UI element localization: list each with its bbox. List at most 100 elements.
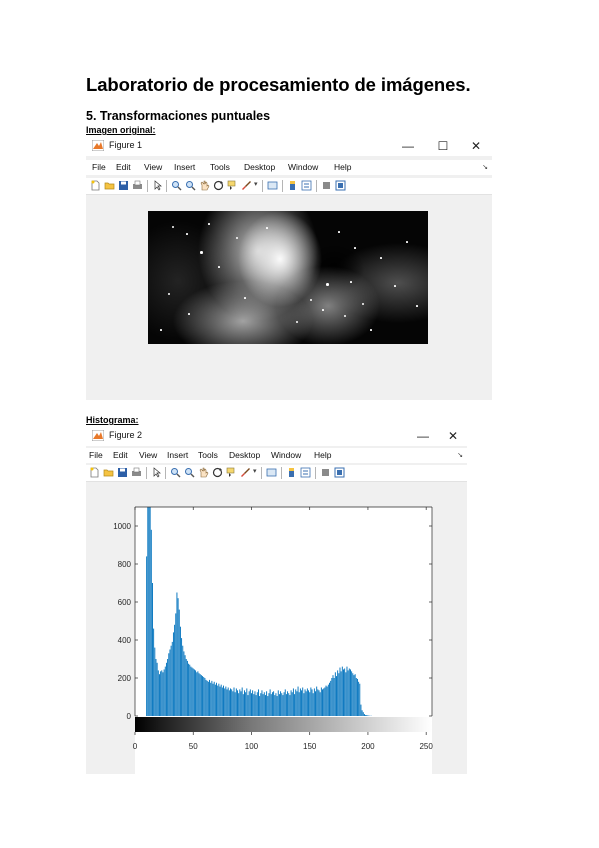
pan-icon[interactable] (198, 467, 209, 478)
colorbar-icon[interactable] (286, 467, 297, 478)
y-tick-label: 800 (118, 560, 132, 569)
legend-icon[interactable] (300, 467, 311, 478)
y-tick-label: 1000 (113, 522, 131, 531)
star (266, 227, 268, 229)
histogram-bar (308, 690, 310, 716)
rotate-3d-icon[interactable] (213, 180, 224, 191)
menu-edit[interactable]: Edit (116, 162, 131, 172)
dock-arrow-icon[interactable]: ↘ (482, 163, 488, 171)
histogram-bar (214, 684, 216, 716)
histogram-bar (365, 715, 367, 716)
histogram-bar (254, 691, 256, 716)
print-icon[interactable] (132, 180, 143, 191)
grayscale-colorbar (135, 717, 432, 732)
open-file-icon[interactable] (103, 467, 114, 478)
matlab-figure-icon (92, 430, 104, 441)
link-plot-icon[interactable] (267, 180, 278, 191)
legend-icon[interactable] (301, 180, 312, 191)
data-cursor-icon[interactable] (226, 467, 237, 478)
histogram-bar (277, 690, 279, 716)
histogram-bar (203, 677, 205, 716)
histogram-bar (296, 691, 298, 716)
show-plot-tools-icon[interactable] (335, 180, 346, 191)
histogram-bar (356, 678, 358, 716)
menu-help[interactable]: Help (314, 450, 331, 460)
menu-edit[interactable]: Edit (113, 450, 128, 460)
zoom-out-icon[interactable] (185, 180, 196, 191)
menu-desktop[interactable]: Desktop (244, 162, 275, 172)
histogram-bar (288, 693, 290, 716)
new-figure-icon[interactable] (90, 180, 101, 191)
histogram-bar (251, 693, 252, 716)
histogram-bar (294, 694, 296, 716)
histogram-bar (226, 689, 228, 716)
menu-help[interactable]: Help (334, 162, 351, 172)
zoom-in-icon[interactable] (171, 180, 182, 191)
brush-icon[interactable] (241, 180, 252, 191)
dock-arrow-icon[interactable]: ↘ (457, 451, 463, 459)
menu-file[interactable]: File (89, 450, 103, 460)
star (406, 241, 408, 243)
menu-insert[interactable]: Insert (174, 162, 195, 172)
hide-plot-tools-icon[interactable] (321, 180, 332, 191)
minimize-button[interactable]: — (394, 137, 422, 155)
histogram-bar (331, 678, 333, 716)
save-icon[interactable] (117, 467, 128, 478)
figure-2-menubar: File Edit View Insert Tools Desktop Wind… (86, 448, 467, 463)
save-icon[interactable] (118, 180, 129, 191)
brush-dropdown-icon[interactable]: ▾ (253, 467, 257, 475)
close-button[interactable]: ✕ (439, 427, 467, 445)
zoom-in-icon[interactable] (170, 467, 181, 478)
histogram-bar (338, 673, 340, 716)
colorbar-icon[interactable] (287, 180, 298, 191)
star (394, 285, 396, 287)
menu-window[interactable]: Window (271, 450, 301, 460)
data-cursor-icon[interactable] (227, 180, 238, 191)
histogram-bar (262, 694, 264, 716)
show-plot-tools-icon[interactable] (334, 467, 345, 478)
histogram-bar (353, 675, 355, 716)
histogram-bar (298, 692, 300, 716)
histogram-bar (237, 690, 238, 716)
menu-tools[interactable]: Tools (210, 162, 230, 172)
histogram-bar (297, 686, 299, 716)
pointer-icon[interactable] (152, 180, 163, 191)
pan-icon[interactable] (199, 180, 210, 191)
menu-insert[interactable]: Insert (167, 450, 188, 460)
menu-view[interactable]: View (139, 450, 157, 460)
link-plot-icon[interactable] (266, 467, 277, 478)
brush-dropdown-icon[interactable]: ▾ (254, 180, 258, 188)
close-button[interactable]: ✕ (462, 137, 490, 155)
caption-original-image: Imagen original: (86, 125, 156, 135)
menu-view[interactable]: View (144, 162, 162, 172)
histogram-bar (244, 690, 245, 716)
star (186, 233, 188, 235)
open-file-icon[interactable] (104, 180, 115, 191)
histogram-bar (366, 715, 368, 716)
menu-tools[interactable]: Tools (198, 450, 218, 460)
new-figure-icon[interactable] (89, 467, 100, 478)
pointer-icon[interactable] (151, 467, 162, 478)
histogram-bar (240, 691, 242, 716)
toolbar-separator (146, 467, 147, 479)
histogram-bar (197, 671, 199, 716)
print-icon[interactable] (131, 467, 142, 478)
hide-plot-tools-icon[interactable] (320, 467, 331, 478)
toolbar-separator (316, 180, 317, 192)
menu-desktop[interactable]: Desktop (229, 450, 260, 460)
star (344, 315, 346, 317)
zoom-out-icon[interactable] (184, 467, 195, 478)
maximize-button[interactable]: ☐ (429, 137, 457, 155)
histogram-bar (211, 680, 213, 716)
histogram-bar (253, 694, 255, 716)
histogram-bar (282, 695, 284, 716)
menu-file[interactable]: File (92, 162, 106, 172)
histogram-bar (351, 671, 353, 716)
minimize-button[interactable]: — (409, 427, 437, 445)
histogram-bar (255, 695, 257, 716)
toolbar-separator (147, 180, 148, 192)
histogram-bar (239, 689, 241, 716)
menu-window[interactable]: Window (288, 162, 318, 172)
rotate-3d-icon[interactable] (212, 467, 223, 478)
brush-icon[interactable] (240, 467, 251, 478)
